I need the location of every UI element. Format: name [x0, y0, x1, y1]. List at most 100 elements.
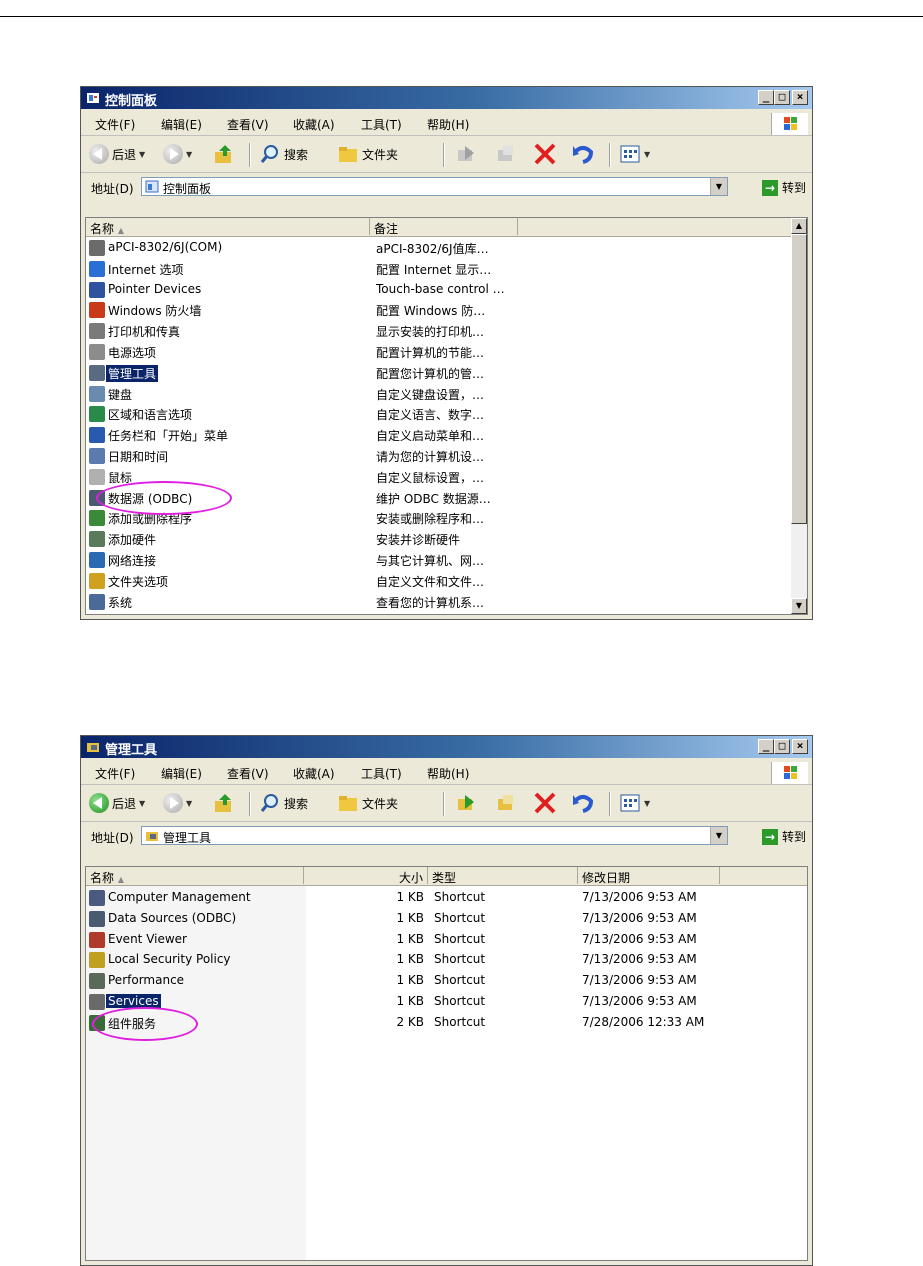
list-item[interactable]: 打印机和传真 显示安装的打印机…	[86, 321, 790, 341]
list-item[interactable]: Local Security Policy 1 KB Shortcut 7/13/20…	[86, 950, 807, 970]
chevron-down-icon[interactable]: ▼	[186, 150, 192, 159]
close-button[interactable]: ×	[792, 90, 808, 105]
title-bar[interactable]: 控制面板 _ □ ×	[81, 87, 812, 109]
item-date: 7/13/2006 9:53 AM	[582, 952, 697, 967]
item-name: Internet 选项	[108, 262, 184, 277]
column-header-name[interactable]: 名称 ▲	[86, 218, 370, 236]
up-folder-button[interactable]	[213, 791, 235, 815]
views-button[interactable]: ▼	[619, 142, 650, 166]
forward-button[interactable]: ▼	[163, 791, 192, 815]
folder-icon	[339, 796, 357, 811]
list-item[interactable]: 电源选项 配置计算机的节能…	[86, 342, 790, 362]
chevron-down-icon[interactable]: ▼	[139, 150, 145, 159]
folders-button[interactable]: 文件夹	[337, 791, 398, 815]
item-icon	[89, 994, 105, 1010]
move-to-button[interactable]	[455, 791, 477, 815]
chevron-down-icon[interactable]: ▼	[139, 799, 145, 808]
column-header-note[interactable]: 备注	[370, 218, 518, 236]
address-input[interactable]: 管理工具 ▼	[141, 826, 728, 845]
item-name: 管理工具	[106, 364, 159, 382]
go-button[interactable]: → 转到	[761, 179, 806, 196]
list-item[interactable]: Event Viewer 1 KB Shortcut 7/13/2006 9:53 A…	[86, 930, 807, 950]
list-item[interactable]: Internet 选项 配置 Internet 显示…	[86, 259, 790, 279]
vertical-scrollbar[interactable]: ▲ ▼	[791, 218, 807, 614]
list-item[interactable]: 日期和时间 请为您的计算机设…	[86, 446, 790, 466]
address-dropdown[interactable]: ▼	[710, 827, 727, 844]
back-arrow-icon	[89, 793, 109, 813]
menu-tools[interactable]: 工具(T)	[361, 116, 402, 133]
list-item[interactable]: aPCI-8302/6J(COM) aPCI-8302/6J值库…	[86, 238, 790, 258]
back-button[interactable]: 后退 ▼	[89, 791, 145, 815]
column-header-date[interactable]: 修改日期	[578, 867, 720, 885]
undo-button[interactable]	[571, 791, 595, 815]
search-button[interactable]: 搜索	[259, 142, 308, 166]
list-item[interactable]: Data Sources (ODBC) 1 KB Shortcut 7/13/2006…	[86, 909, 807, 929]
menu-help[interactable]: 帮助(H)	[427, 765, 469, 782]
menu-file[interactable]: 文件(F)	[95, 116, 135, 133]
undo-button[interactable]	[571, 142, 595, 166]
column-header-name[interactable]: 名称 ▲	[86, 867, 304, 885]
title-bar[interactable]: 管理工具 _ □ ×	[81, 736, 812, 758]
column-header-size[interactable]: 大小	[304, 867, 428, 885]
list-item[interactable]: 区域和语言选项 自定义语言、数字…	[86, 404, 790, 424]
scroll-up-button[interactable]: ▲	[791, 218, 807, 234]
move-to-button[interactable]	[455, 142, 477, 166]
item-name: 电源选项	[108, 346, 157, 360]
menu-view[interactable]: 查看(V)	[227, 765, 269, 782]
scroll-thumb[interactable]	[791, 234, 807, 524]
list-item[interactable]: 键盘 自定义键盘设置，…	[86, 384, 790, 404]
copy-to-button[interactable]	[495, 142, 517, 166]
file-list[interactable]: 名称 ▲ 备注 aPCI-8302/6J(COM) aPCI-8302/6J值库……	[85, 217, 808, 615]
chevron-down-icon[interactable]: ▼	[644, 799, 650, 808]
maximize-button[interactable]: □	[774, 90, 790, 105]
go-label: 转到	[781, 830, 806, 844]
list-item[interactable]: 数据源 (ODBC) 维护 ODBC 数据源…	[86, 488, 790, 508]
maximize-button[interactable]: □	[774, 739, 790, 754]
copy-to-button[interactable]	[495, 791, 517, 815]
item-icon	[89, 531, 105, 548]
menu-favorites[interactable]: 收藏(A)	[293, 116, 335, 133]
chevron-down-icon[interactable]: ▼	[644, 150, 650, 159]
delete-button[interactable]	[533, 791, 557, 815]
list-item[interactable]: 鼠标 自定义鼠标设置，…	[86, 467, 790, 487]
list-item[interactable]: 组件服务 2 KB Shortcut 7/28/2006 12:33 AM	[86, 1013, 807, 1033]
menu-edit[interactable]: 编辑(E)	[161, 116, 202, 133]
menu-help[interactable]: 帮助(H)	[427, 116, 469, 133]
folders-button[interactable]: 文件夹	[337, 142, 398, 166]
list-item[interactable]: Computer Management 1 KB Shortcut 7/13/2006…	[86, 888, 807, 908]
menu-edit[interactable]: 编辑(E)	[161, 765, 202, 782]
chevron-down-icon[interactable]: ▼	[186, 799, 192, 808]
address-dropdown[interactable]: ▼	[710, 178, 727, 195]
list-item[interactable]: 管理工具 配置您计算机的管…	[86, 363, 790, 383]
list-item[interactable]: Performance 1 KB Shortcut 7/13/2006 9:53 AM	[86, 971, 807, 991]
address-input[interactable]: 控制面板 ▼	[141, 177, 728, 196]
minimize-button[interactable]: _	[758, 739, 774, 754]
list-item[interactable]: 网络连接 与其它计算机、网…	[86, 550, 790, 570]
list-item[interactable]: 文件夹选项 自定义文件和文件…	[86, 571, 790, 591]
views-button[interactable]: ▼	[619, 791, 650, 815]
item-size: 1 KB	[396, 994, 424, 1008]
column-header-type[interactable]: 类型	[428, 867, 578, 885]
toolbar-separator	[609, 792, 611, 816]
menu-favorites[interactable]: 收藏(A)	[293, 765, 335, 782]
menu-tools[interactable]: 工具(T)	[361, 765, 402, 782]
delete-button[interactable]	[533, 142, 557, 166]
list-item[interactable]: 添加或删除程序 安装或删除程序和…	[86, 508, 790, 528]
search-button[interactable]: 搜索	[259, 791, 308, 815]
scroll-down-button[interactable]: ▼	[791, 598, 807, 614]
file-list[interactable]: 名称 ▲ 大小 类型 修改日期 Computer Management 1 KB S…	[85, 866, 808, 1261]
menu-view[interactable]: 查看(V)	[227, 116, 269, 133]
back-button[interactable]: 后退 ▼	[89, 142, 145, 166]
minimize-button[interactable]: _	[758, 90, 774, 105]
list-item[interactable]: Pointer Devices Touch-base control …	[86, 280, 790, 300]
close-button[interactable]: ×	[792, 739, 808, 754]
forward-button[interactable]: ▼	[163, 142, 192, 166]
list-item[interactable]: Services 1 KB Shortcut 7/13/2006 9:53 AM	[86, 992, 807, 1012]
menu-file[interactable]: 文件(F)	[95, 765, 135, 782]
list-item[interactable]: Windows 防火墙 配置 Windows 防…	[86, 300, 790, 320]
up-folder-button[interactable]	[213, 142, 235, 166]
list-item[interactable]: 添加硬件 安装并诊断硬件	[86, 529, 790, 549]
go-button[interactable]: → 转到	[761, 828, 806, 845]
list-item[interactable]: 任务栏和「开始」菜单 自定义启动菜单和…	[86, 425, 790, 445]
list-item[interactable]: 系统 查看您的计算机系…	[86, 592, 790, 612]
